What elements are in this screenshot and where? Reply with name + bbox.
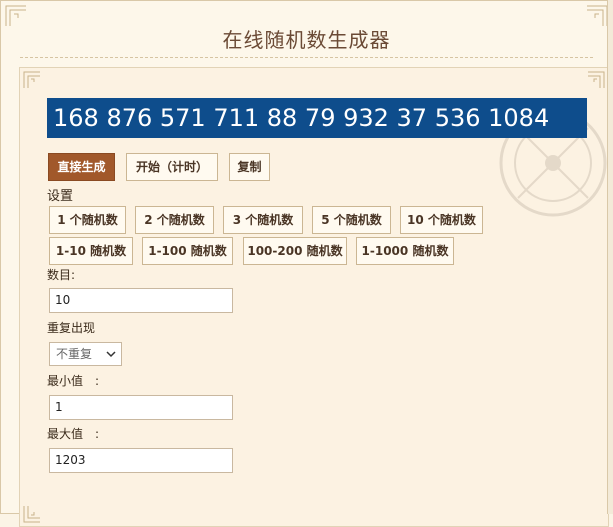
- range-1-1000-button[interactable]: 1-1000 随机数: [356, 237, 454, 265]
- copy-button[interactable]: 复制: [229, 153, 270, 181]
- preset-2-numbers-button[interactable]: 2 个随机数: [135, 206, 214, 234]
- range-1-10-button[interactable]: 1-10 随机数: [49, 237, 133, 265]
- corner-ornament-icon: [23, 71, 41, 89]
- min-label: 最小值 :: [47, 374, 100, 388]
- count-input[interactable]: 10: [49, 288, 233, 313]
- range-1-100-button[interactable]: 1-100 随机数: [142, 237, 233, 265]
- preset-5-numbers-button[interactable]: 5 个随机数: [312, 206, 391, 234]
- start-timer-button[interactable]: 开始（计时）: [126, 153, 218, 181]
- repeat-label: 重复出现: [47, 321, 96, 335]
- corner-ornament-icon: [587, 71, 605, 89]
- max-input[interactable]: 1203: [49, 448, 233, 473]
- page-title: 在线随机数生成器: [222, 28, 391, 52]
- min-input[interactable]: 1: [49, 395, 233, 420]
- preset-1-number-button[interactable]: 1 个随机数: [49, 206, 126, 234]
- title-row: 在线随机数生成器: [0, 0, 613, 58]
- generate-button[interactable]: 直接生成: [48, 153, 115, 181]
- preset-3-numbers-button[interactable]: 3 个随机数: [223, 206, 303, 234]
- random-result-display: 168 876 571 711 88 79 932 37 536 1084: [47, 98, 587, 138]
- preset-10-numbers-button[interactable]: 10 个随机数: [400, 206, 483, 234]
- chevron-down-icon: [106, 343, 116, 374]
- title-divider: [20, 57, 593, 58]
- scrollbar-track[interactable]: [607, 0, 613, 514]
- count-label: 数目:: [47, 268, 76, 282]
- settings-label: 设置: [47, 189, 74, 204]
- repeat-select[interactable]: 不重复: [49, 342, 122, 366]
- max-label: 最大值 :: [47, 427, 100, 441]
- corner-ornament-icon: [23, 505, 41, 523]
- range-100-200-button[interactable]: 100-200 随机数: [243, 237, 347, 265]
- repeat-select-value: 不重复: [56, 347, 93, 361]
